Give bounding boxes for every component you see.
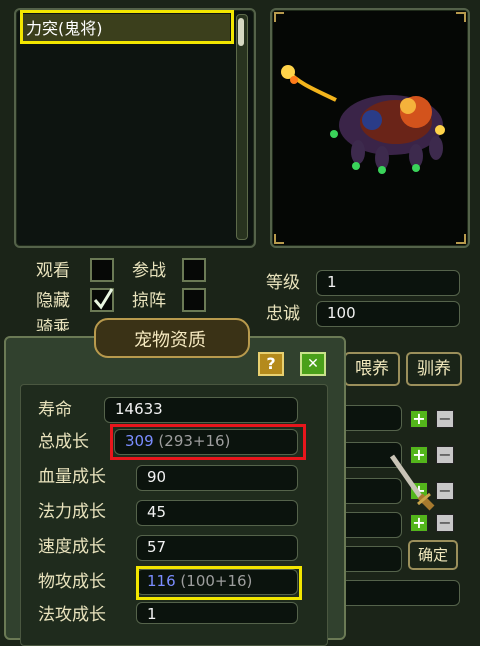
pet-preview-panel [270, 8, 470, 248]
close-button[interactable]: ✕ [300, 352, 326, 376]
speed-growth-value: 57 [136, 535, 298, 561]
remove-point-button[interactable]: − [436, 482, 454, 500]
confirm-button[interactable]: 确定 [408, 540, 458, 570]
speed-growth-label: 速度成长 [38, 537, 106, 557]
remove-point-button[interactable]: − [436, 410, 454, 428]
remove-point-button[interactable]: − [436, 514, 454, 532]
level-field: 1 [316, 270, 460, 296]
watch-checkbox[interactable] [90, 258, 114, 282]
remove-point-button[interactable]: − [436, 446, 454, 464]
total-growth-label: 总成长 [38, 432, 89, 452]
phys-attack-growth-label: 物攻成长 [38, 572, 106, 592]
hp-growth-value: 90 [136, 465, 298, 491]
add-point-button[interactable]: + [410, 410, 428, 428]
assist-label: 掠阵 [132, 291, 166, 311]
feed-button[interactable]: 喂养 [344, 352, 400, 386]
assist-checkbox[interactable] [182, 288, 206, 312]
checkmark-icon [93, 288, 114, 310]
battle-label: 参战 [132, 261, 166, 281]
sword-cursor-icon [389, 454, 435, 511]
attr-field [340, 405, 402, 431]
battle-checkbox[interactable] [182, 258, 206, 282]
magic-attack-growth-value: 1 [136, 602, 298, 624]
highlight-box-total-growth [110, 424, 306, 460]
pet-list-scrollbar[interactable] [236, 14, 248, 240]
corner-ornament [274, 12, 284, 22]
hide-label: 隐藏 [36, 291, 70, 311]
watch-label: 观看 [36, 261, 70, 281]
mp-growth-value: 45 [136, 500, 298, 526]
attr-field [340, 546, 402, 572]
scrollbar-thumb[interactable] [238, 18, 244, 46]
loyalty-label: 忠诚 [266, 304, 300, 324]
checkbox-row-2: 隐藏 掠阵 [36, 288, 256, 318]
pet-model-image [281, 65, 445, 174]
pet-list-panel: 力突(鬼将) [14, 8, 256, 248]
corner-ornament [456, 234, 466, 244]
mp-growth-label: 法力成长 [38, 502, 106, 522]
lifespan-value: 14633 [104, 397, 298, 423]
corner-ornament [274, 234, 284, 244]
dialog-title: 宠物资质 [134, 330, 206, 351]
loyalty-field: 100 [316, 301, 460, 327]
add-point-button[interactable]: + [410, 514, 428, 532]
lifespan-label: 寿命 [38, 400, 72, 420]
help-button[interactable]: ? [258, 352, 284, 376]
hp-growth-label: 血量成长 [38, 467, 106, 487]
ride-label: 骑乘 [36, 318, 70, 331]
magic-attack-growth-label: 法攻成长 [38, 605, 106, 625]
checkbox-row-1: 观看 参战 [36, 258, 256, 288]
attr-field [340, 580, 460, 606]
train-button[interactable]: 驯养 [406, 352, 462, 386]
highlight-box-pet-name [20, 10, 234, 44]
dialog-title-plaque: 宠物资质 [94, 318, 250, 358]
level-label: 等级 [266, 273, 300, 293]
hide-checkbox[interactable] [90, 288, 114, 312]
corner-ornament [456, 12, 466, 22]
highlight-box-phys-attack [136, 566, 302, 600]
